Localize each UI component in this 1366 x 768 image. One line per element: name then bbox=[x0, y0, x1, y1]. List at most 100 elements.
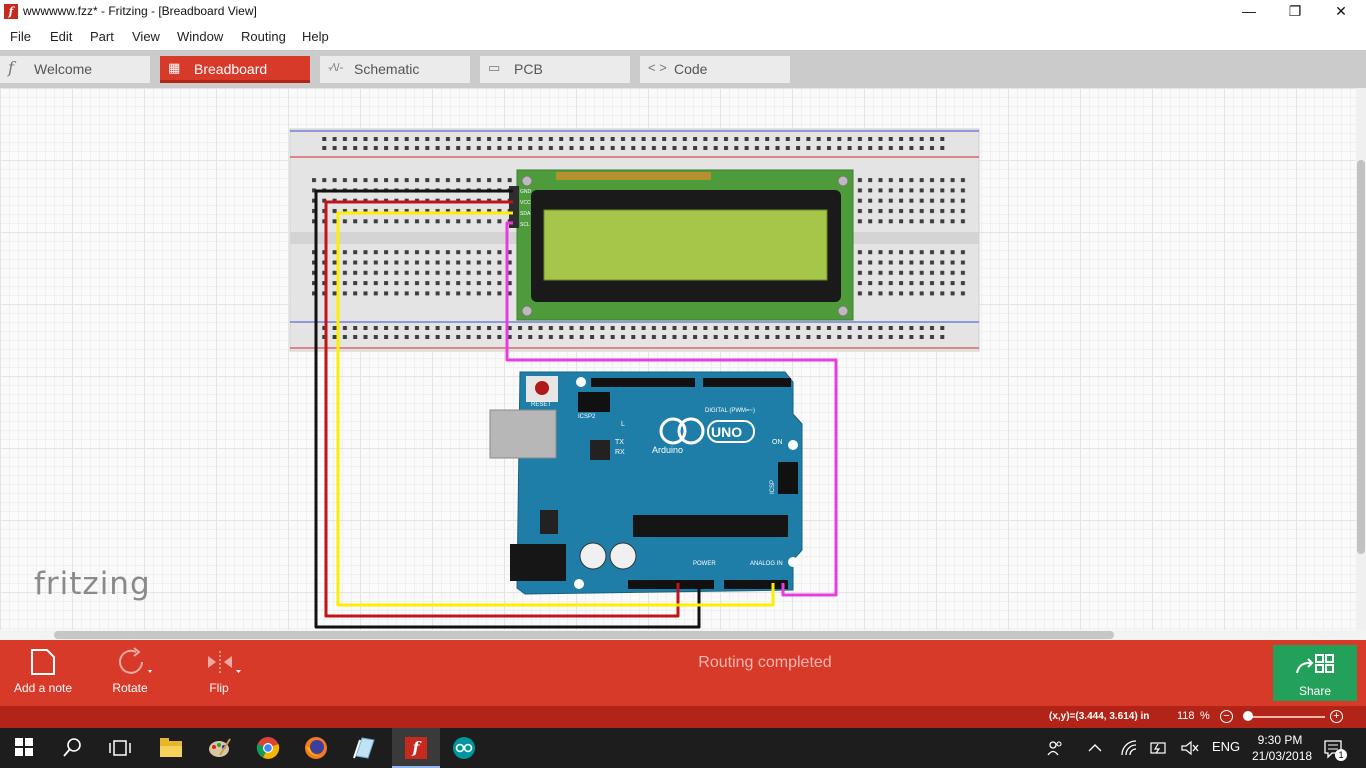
windows-logo-icon bbox=[15, 738, 33, 756]
people-icon[interactable] bbox=[1047, 740, 1063, 756]
scrollbar-thumb[interactable] bbox=[54, 631, 1114, 639]
arduino-ide-button[interactable] bbox=[440, 728, 488, 768]
minimize-button[interactable]: — bbox=[1226, 0, 1272, 24]
tab-code[interactable]: < > Code bbox=[640, 56, 790, 83]
uno-logo-text: UNO bbox=[711, 424, 742, 440]
analog-in-label: ANALOG IN bbox=[750, 561, 783, 567]
breadboard-canvas[interactable]: GND VCC SDA SCL RESET ICSP2 DIGITAL (PWM… bbox=[0, 88, 1356, 630]
vertical-scrollbar[interactable] bbox=[1356, 88, 1366, 630]
lcd-pin-sda: SDA bbox=[520, 211, 531, 217]
clock-date: 21/03/2018 bbox=[1252, 749, 1313, 763]
status-bar: (x,y)=(3.444, 3.614) in 118 % − + bbox=[0, 706, 1366, 728]
window-title: wwwwww.fzz* - Fritzing - [Breadboard Vie… bbox=[23, 4, 257, 18]
clock[interactable]: 9:30 PM 21/03/2018 bbox=[1252, 732, 1313, 764]
start-button[interactable] bbox=[0, 728, 48, 768]
led-rx-label: RX bbox=[615, 449, 625, 456]
digital-label: DIGITAL (PWM=~) bbox=[705, 408, 755, 414]
add-note-button[interactable]: Add a note bbox=[10, 640, 76, 706]
add-note-label: Add a note bbox=[13, 681, 73, 695]
tab-label: Welcome bbox=[34, 61, 93, 77]
rotate-label: Rotate bbox=[112, 681, 148, 695]
zoom-level: 118 bbox=[1177, 710, 1195, 722]
note-icon bbox=[31, 649, 55, 675]
menu-view[interactable]: View bbox=[132, 29, 160, 44]
led-on-label: ON bbox=[772, 439, 783, 446]
paint-app-button[interactable] bbox=[196, 728, 244, 768]
bottom-toolbar: Add a note Rotate Flip Routing completed… bbox=[0, 640, 1366, 706]
led-tx-label: TX bbox=[615, 439, 624, 446]
menu-file[interactable]: File bbox=[10, 29, 31, 44]
fritzing-app-icon: f bbox=[405, 737, 427, 759]
tab-label: Schematic bbox=[354, 61, 420, 77]
wifi-icon[interactable] bbox=[1120, 740, 1138, 756]
flip-button[interactable]: Flip bbox=[194, 640, 244, 706]
maximize-button[interactable]: ❐ bbox=[1272, 0, 1318, 24]
fritzing-f-icon: f bbox=[8, 58, 14, 77]
search-button[interactable] bbox=[48, 728, 96, 768]
firefox-button[interactable] bbox=[292, 728, 340, 768]
arduino-brand: Arduino bbox=[652, 445, 683, 455]
windows-taskbar: f ENG 9:30 PM 21/03/2018 1 bbox=[0, 728, 1366, 768]
battery-charging-icon[interactable] bbox=[1150, 740, 1168, 756]
scrollbar-thumb[interactable] bbox=[1357, 160, 1365, 554]
zoom-slider-handle[interactable] bbox=[1243, 711, 1254, 721]
routing-status-message: Routing completed bbox=[698, 654, 832, 671]
lcd-module[interactable] bbox=[509, 169, 854, 321]
menu-help[interactable]: Help bbox=[302, 29, 329, 44]
close-button[interactable]: ✕ bbox=[1318, 0, 1364, 24]
led-l-label: L bbox=[621, 421, 625, 428]
folder-icon bbox=[160, 738, 182, 757]
rotate-button[interactable]: Rotate bbox=[104, 640, 156, 706]
power-label: POWER bbox=[693, 561, 716, 567]
cursor-coordinates: (x,y)=(3.444, 3.614) in bbox=[1049, 711, 1150, 722]
search-icon bbox=[63, 738, 81, 757]
tab-pcb[interactable]: ▭ PCB bbox=[480, 56, 630, 83]
fritzing-watermark: fritzing bbox=[34, 566, 151, 602]
paint-palette-icon bbox=[209, 738, 231, 757]
task-view-icon bbox=[109, 740, 131, 756]
title-bar: f wwwwww.fzz* - Fritzing - [Breadboard V… bbox=[0, 0, 1366, 24]
lcd-pin-gnd: GND bbox=[520, 189, 532, 195]
tab-welcome[interactable]: f Welcome bbox=[0, 56, 150, 83]
rotate-icon bbox=[119, 647, 152, 674]
menu-window[interactable]: Window bbox=[177, 29, 223, 44]
lcd-pin-scl: SCL bbox=[520, 222, 530, 228]
menu-part[interactable]: Part bbox=[90, 29, 114, 44]
icsp-label: ICSP bbox=[770, 480, 776, 494]
tab-schematic[interactable]: -⁄\/- Schematic bbox=[320, 56, 470, 83]
notebook-icon bbox=[353, 737, 375, 759]
share-label: Share bbox=[1298, 684, 1332, 698]
zoom-slider[interactable] bbox=[1244, 716, 1325, 718]
flip-icon bbox=[208, 651, 241, 673]
arduino-icon bbox=[453, 737, 475, 759]
chevron-up-icon[interactable] bbox=[1088, 743, 1102, 753]
menu-routing[interactable]: Routing bbox=[241, 29, 286, 44]
lcd-pin-vcc: VCC bbox=[520, 200, 531, 206]
tab-label: Code bbox=[674, 61, 708, 77]
file-explorer-button[interactable] bbox=[148, 728, 196, 768]
circuit-drawing: GND VCC SDA SCL RESET ICSP2 DIGITAL (PWM… bbox=[289, 128, 980, 629]
sketch-app-button[interactable] bbox=[340, 728, 388, 768]
chrome-icon bbox=[256, 737, 280, 759]
tab-label: PCB bbox=[514, 61, 543, 77]
pcb-icon: ▭ bbox=[488, 60, 501, 75]
firefox-icon bbox=[305, 737, 327, 759]
flip-label: Flip bbox=[209, 681, 229, 695]
reset-label: RESET bbox=[531, 402, 551, 408]
share-button[interactable]: Share bbox=[1273, 645, 1357, 701]
menu-bar: File Edit Part View Window Routing Help bbox=[0, 24, 1366, 50]
clock-time: 9:30 PM bbox=[1257, 733, 1303, 747]
tab-breadboard[interactable]: ▦ Breadboard bbox=[160, 56, 310, 83]
zoom-unit: % bbox=[1200, 710, 1210, 722]
task-view-button[interactable] bbox=[96, 728, 144, 768]
zoom-in-icon[interactable]: + bbox=[1330, 710, 1343, 723]
chrome-button[interactable] bbox=[244, 728, 292, 768]
language-indicator[interactable]: ENG bbox=[1212, 739, 1240, 754]
horizontal-scrollbar[interactable] bbox=[0, 630, 1366, 640]
fritzing-taskbar-button[interactable]: f bbox=[392, 728, 440, 768]
menu-edit[interactable]: Edit bbox=[50, 29, 72, 44]
zoom-out-icon[interactable]: − bbox=[1220, 710, 1233, 723]
code-icon: < > bbox=[648, 60, 667, 75]
icsp2-label: ICSP2 bbox=[578, 414, 596, 420]
volume-muted-icon[interactable] bbox=[1181, 740, 1199, 756]
